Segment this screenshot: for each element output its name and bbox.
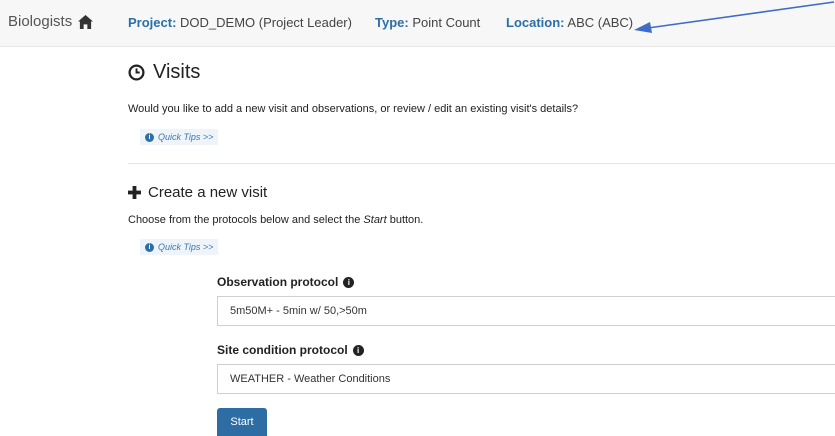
info-icon: i bbox=[145, 242, 154, 252]
location-value: ABC (ABC) bbox=[564, 15, 634, 30]
desc-text-2: button. bbox=[386, 214, 424, 226]
section-divider bbox=[128, 163, 835, 164]
plus-icon bbox=[128, 185, 141, 199]
annotation-arrow-icon bbox=[634, 1, 835, 33]
start-button-label: Start bbox=[230, 416, 254, 428]
project-key: Project: bbox=[128, 15, 177, 30]
project-value: DOD_DEMO (Project Leader) bbox=[176, 15, 352, 30]
site-label-text: Site condition protocol bbox=[217, 343, 348, 357]
quick-tips-label: Quick Tips >> bbox=[158, 242, 214, 252]
info-icon[interactable]: i bbox=[352, 344, 364, 356]
quick-tips-label: Quick Tips >> bbox=[158, 132, 214, 142]
type-value: Point Count bbox=[408, 15, 481, 30]
observation-protocol-value: 5m50M+ - 5min w/ 50,>50m bbox=[230, 305, 367, 317]
home-icon bbox=[78, 14, 94, 29]
nav-type[interactable]: Type: Point Count bbox=[375, 15, 480, 30]
visits-section: Visits Would you like to add a new visit… bbox=[128, 58, 835, 145]
create-visit-section: Create a new visit Choose from the proto… bbox=[128, 182, 835, 255]
info-icon[interactable]: i bbox=[343, 276, 355, 288]
create-visit-description: Choose from the protocols below and sele… bbox=[128, 214, 423, 226]
nav-location[interactable]: Location: ABC (ABC) bbox=[506, 15, 633, 30]
type-key: Type: bbox=[375, 15, 409, 30]
location-key: Location: bbox=[506, 15, 565, 30]
site-condition-protocol-select[interactable]: WEATHER - Weather Conditions bbox=[217, 364, 835, 394]
create-visit-heading: Create a new visit bbox=[128, 182, 835, 202]
observation-label-text: Observation protocol bbox=[217, 275, 339, 289]
desc-start-emphasis: Start bbox=[363, 214, 387, 226]
visits-description: Would you like to add a new visit and ob… bbox=[128, 103, 579, 115]
nav-project[interactable]: Project: DOD_DEMO (Project Leader) bbox=[128, 15, 352, 30]
visits-heading: Visits bbox=[128, 58, 835, 86]
observation-protocol-label: Observation protocol i bbox=[217, 275, 355, 289]
desc-text-1: Choose from the protocols below and sele… bbox=[128, 214, 364, 226]
visits-title: Visits bbox=[153, 60, 201, 83]
info-icon: i bbox=[145, 132, 154, 142]
brand-label: Biologists bbox=[8, 13, 73, 30]
site-condition-protocol-label: Site condition protocol i bbox=[217, 343, 364, 357]
quick-tips-create[interactable]: i Quick Tips >> bbox=[140, 239, 219, 255]
quick-tips-visits[interactable]: i Quick Tips >> bbox=[140, 129, 219, 145]
brand-link[interactable]: Biologists bbox=[8, 13, 94, 30]
create-visit-title: Create a new visit bbox=[148, 183, 268, 201]
site-condition-value: WEATHER - Weather Conditions bbox=[230, 373, 391, 385]
start-button[interactable]: Start bbox=[217, 408, 267, 436]
clock-icon bbox=[128, 63, 145, 81]
observation-protocol-select[interactable]: 5m50M+ - 5min w/ 50,>50m bbox=[217, 296, 835, 326]
